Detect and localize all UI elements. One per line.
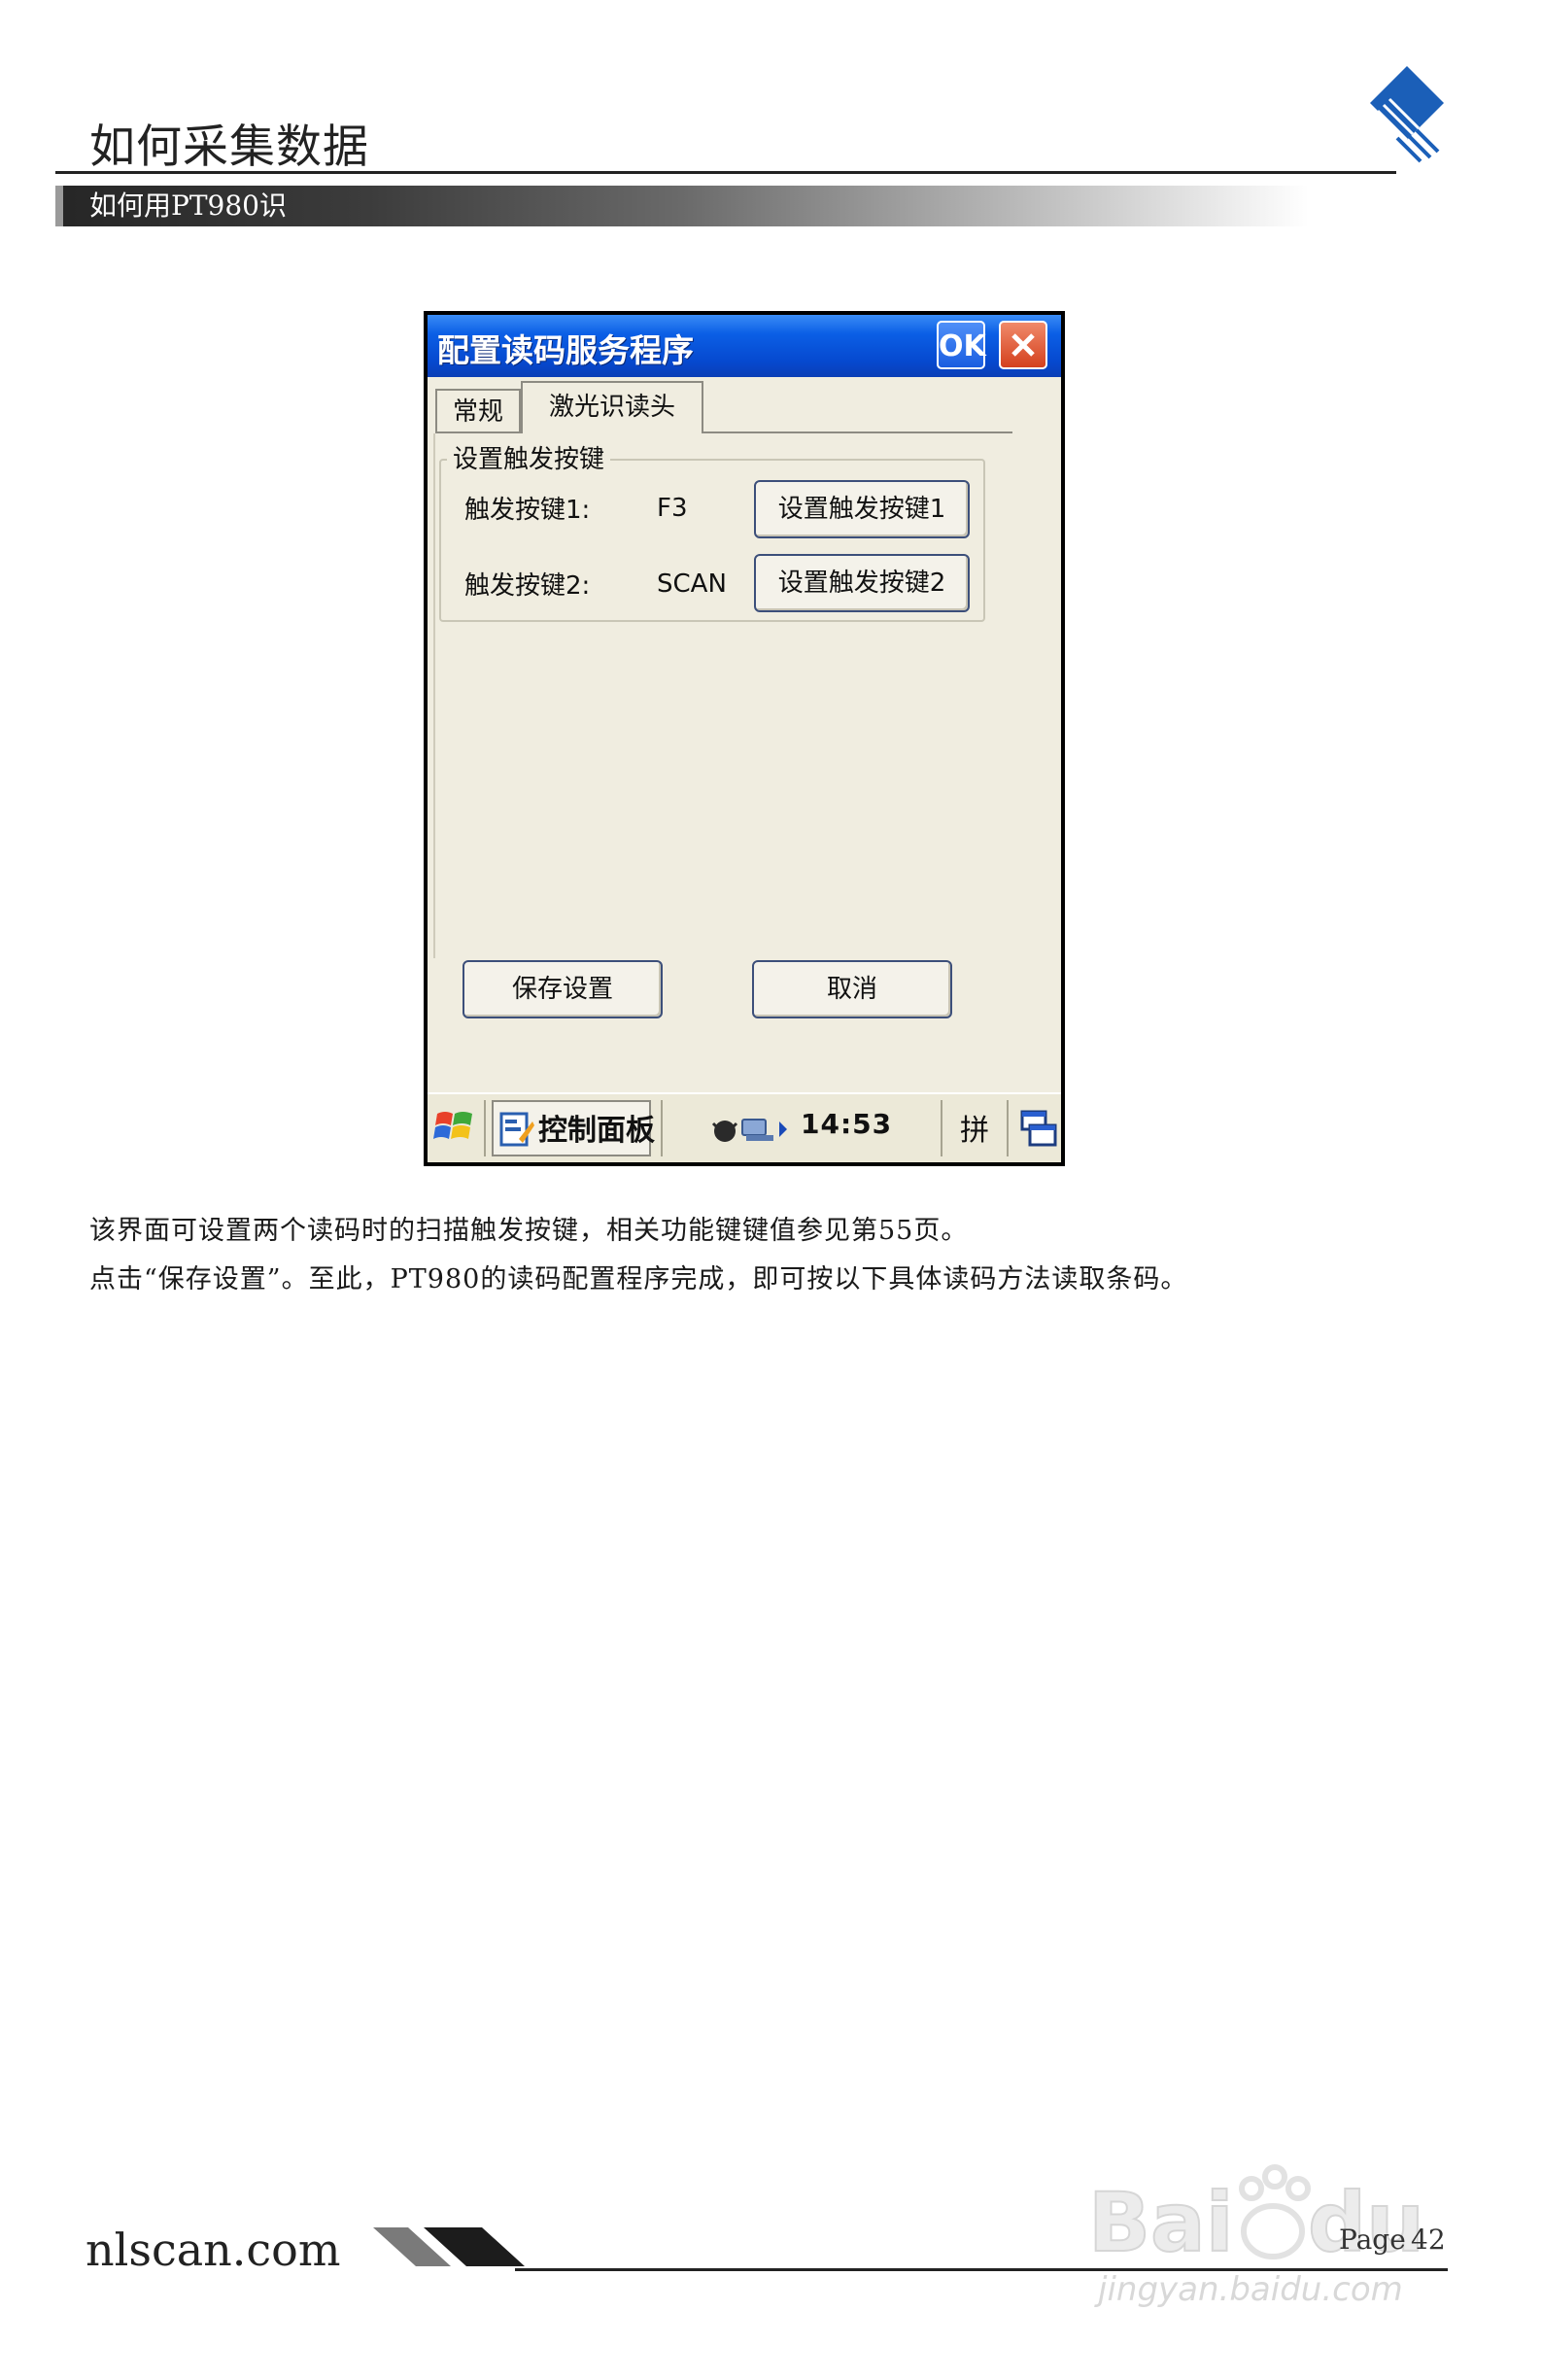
brand-logo-icon — [1370, 66, 1444, 163]
control-panel-label: 控制面板 — [538, 1114, 655, 1148]
section-label: 如何用PT980识 — [89, 190, 287, 222]
input-method-indicator[interactable]: 拼 — [960, 1106, 989, 1149]
header-rule — [55, 171, 1396, 174]
page-label: Page — [1339, 2224, 1406, 2256]
taskbar-separator — [661, 1100, 663, 1156]
footer-domain: nlscan.com — [86, 2224, 341, 2276]
footer-slash-decoration — [373, 2227, 525, 2266]
system-tray-icons[interactable] — [711, 1110, 793, 1149]
watermark-url: jingyan.baidu.com — [1098, 2270, 1403, 2309]
window-title: 配置读码服务程序 — [437, 331, 694, 369]
footer-rule — [515, 2268, 1448, 2271]
set-trigger-key-2-button[interactable]: 设置触发按键2 — [754, 554, 970, 612]
control-panel-icon — [499, 1112, 534, 1147]
trigger-key-1-value: F3 — [657, 494, 688, 523]
document-title: 如何采集数据 — [89, 121, 369, 174]
save-settings-button[interactable]: 保存设置 — [463, 960, 663, 1018]
trigger-key-2-label: 触发按键2: — [464, 571, 591, 601]
trigger-key-2-value: SCAN — [657, 569, 727, 599]
close-button[interactable] — [999, 321, 1047, 369]
show-desktop-icon[interactable] — [1020, 1110, 1057, 1149]
device-screen: 配置读码服务程序 OK 常规 激光识读头 设置触发按键 触发按键1: F3 设置… — [428, 315, 1061, 1162]
ok-button[interactable]: OK — [937, 321, 986, 369]
taskbar-separator — [941, 1100, 942, 1156]
group-title: 设置触发按键 — [447, 439, 611, 475]
cancel-button[interactable]: 取消 — [752, 960, 952, 1018]
set-trigger-key-1-button[interactable]: 设置触发按键1 — [754, 480, 970, 538]
taskbar-clock: 14:53 — [801, 1108, 893, 1140]
svg-text:du: du — [1308, 2175, 1424, 2270]
section-band-stub — [55, 186, 63, 226]
active-tab-gap — [523, 431, 702, 434]
close-icon — [1011, 333, 1035, 357]
taskbar-separator — [484, 1100, 486, 1156]
tab-laser-reader[interactable]: 激光识读头 — [521, 381, 703, 431]
trigger-key-1-label: 触发按键1: — [464, 496, 591, 525]
tab-page-edge — [433, 433, 435, 958]
start-windows-icon[interactable] — [433, 1106, 476, 1149]
page-number: 42 — [1411, 2224, 1446, 2256]
body-paragraph: 该界面可设置两个读码时的扫描触发按键，相关功能键键值参见第55页。 — [89, 1216, 969, 1246]
body-paragraph: 点击“保存设置”。至此，PT980的读码配置程序完成，即可按以下具体读码方法读取… — [89, 1264, 1188, 1294]
device-screenshot: 配置读码服务程序 OK 常规 激光识读头 设置触发按键 触发按键1: F3 设置… — [424, 311, 1065, 1166]
svg-text:Bai: Bai — [1088, 2175, 1234, 2270]
taskbar-separator — [1007, 1100, 1009, 1156]
tab-general[interactable]: 常规 — [435, 389, 521, 433]
